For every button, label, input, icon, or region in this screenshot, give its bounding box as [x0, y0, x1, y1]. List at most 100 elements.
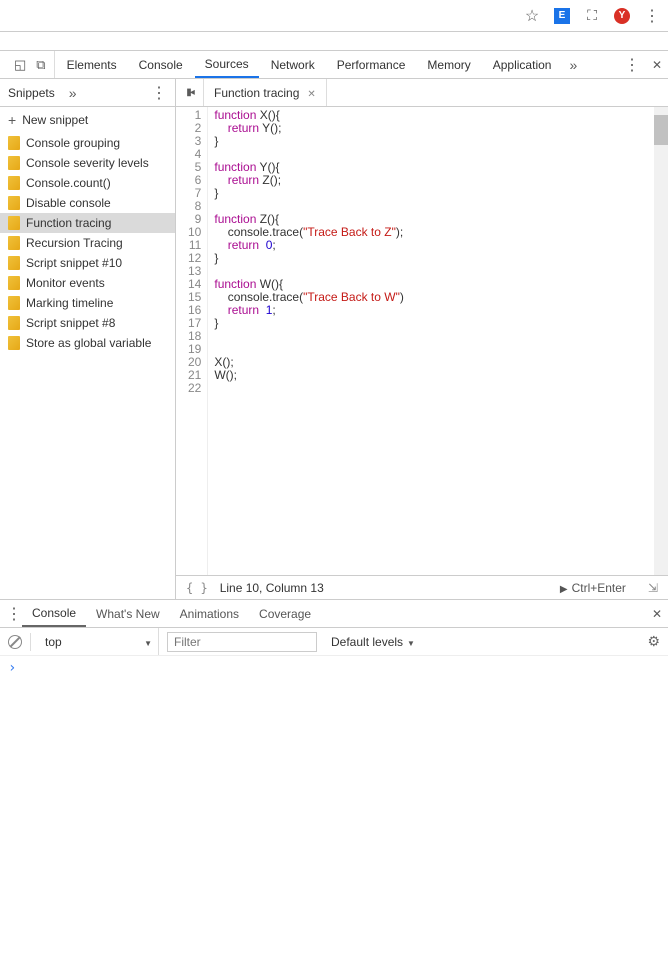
- console-prompt-icon: [8, 661, 16, 675]
- editor-scrollbar[interactable]: [654, 107, 668, 575]
- run-shortcut-label: Ctrl+Enter: [572, 581, 626, 595]
- snippet-item[interactable]: Script snippet #10: [0, 253, 175, 273]
- play-icon: [560, 581, 568, 595]
- tab-performance[interactable]: Performance: [327, 51, 416, 78]
- extension-badge-icon[interactable]: Y: [614, 8, 630, 24]
- snippet-label: Recursion Tracing: [26, 236, 123, 250]
- snippet-item[interactable]: Recursion Tracing: [0, 233, 175, 253]
- snippet-item[interactable]: Disable console: [0, 193, 175, 213]
- console-output[interactable]: [0, 656, 668, 916]
- drawer-tab-animations[interactable]: Animations: [170, 600, 249, 627]
- snippet-label: Function tracing: [26, 216, 111, 230]
- devtools-settings-menu-icon[interactable]: [624, 55, 640, 75]
- editor-panel: Function tracing 12345678910111213141516…: [176, 79, 668, 599]
- tab-memory[interactable]: Memory: [417, 51, 480, 78]
- expand-icon[interactable]: [638, 581, 658, 595]
- snippet-item[interactable]: Console severity levels: [0, 153, 175, 173]
- tab-application[interactable]: Application: [483, 51, 562, 78]
- editor-tab-title: Function tracing: [214, 86, 299, 100]
- snippet-file-icon: [8, 176, 20, 190]
- snippet-label: Script snippet #10: [26, 256, 122, 270]
- snippet-file-icon: [8, 216, 20, 230]
- snippet-label: Console severity levels: [26, 156, 149, 170]
- snippet-item[interactable]: Console grouping: [0, 133, 175, 153]
- snippet-file-icon: [8, 196, 20, 210]
- snippet-label: Marking timeline: [26, 296, 113, 310]
- snippet-label: Console grouping: [26, 136, 120, 150]
- editor-tab-close-icon[interactable]: [307, 86, 315, 100]
- tab-console[interactable]: Console: [129, 51, 193, 78]
- snippet-file-icon: [8, 296, 20, 310]
- log-levels-selector[interactable]: Default levels: [325, 635, 421, 649]
- tab-elements[interactable]: Elements: [57, 51, 127, 78]
- snippet-file-icon: [8, 256, 20, 270]
- dropdown-icon: [144, 635, 152, 649]
- drawer-menu-icon[interactable]: [6, 604, 22, 624]
- snippet-label: Console.count(): [26, 176, 111, 190]
- snippet-item[interactable]: Marking timeline: [0, 293, 175, 313]
- snippet-file-icon: [8, 136, 20, 150]
- browser-toolbar: E Y: [0, 0, 668, 32]
- editor-tab-active[interactable]: Function tracing: [204, 79, 327, 106]
- fullscreen-icon[interactable]: [584, 8, 600, 24]
- snippet-item[interactable]: Function tracing: [0, 213, 175, 233]
- snippet-label: Disable console: [26, 196, 111, 210]
- snippet-label: Script snippet #8: [26, 316, 115, 330]
- device-toolbar-icon[interactable]: [36, 57, 45, 73]
- snippet-item[interactable]: Store as global variable: [0, 333, 175, 353]
- devtools-main-tabs: Elements Console Sources Network Perform…: [0, 51, 668, 79]
- new-snippet-label: New snippet: [22, 113, 88, 127]
- dropdown-icon: [407, 635, 415, 649]
- tab-network[interactable]: Network: [261, 51, 325, 78]
- code-editor[interactable]: 12345678910111213141516171819202122 func…: [176, 107, 668, 575]
- snippet-file-icon: [8, 236, 20, 250]
- snippet-item[interactable]: Console.count(): [0, 173, 175, 193]
- snippet-label: Monitor events: [26, 276, 105, 290]
- bookmark-star-icon[interactable]: [524, 8, 540, 24]
- cursor-position: Line 10, Column 13: [220, 581, 324, 595]
- devtools-close-icon[interactable]: [652, 58, 662, 72]
- line-gutter: 12345678910111213141516171819202122: [176, 107, 208, 575]
- tab-sources[interactable]: Sources: [195, 51, 259, 78]
- sources-content: Snippets New snippet Console groupingCon…: [0, 79, 668, 599]
- drawer-tabs: Console What's New Animations Coverage: [0, 600, 668, 628]
- plus-icon: [8, 112, 16, 128]
- levels-label: Default levels: [331, 635, 403, 649]
- snippet-file-icon: [8, 276, 20, 290]
- context-selector[interactable]: top: [39, 628, 159, 655]
- console-settings-icon[interactable]: [647, 633, 660, 650]
- drawer-tab-console[interactable]: Console: [22, 600, 86, 627]
- sidebar-more-icon[interactable]: [63, 85, 83, 101]
- sidebar-menu-icon[interactable]: [151, 83, 167, 103]
- clear-console-icon[interactable]: [8, 635, 22, 649]
- pretty-print-icon[interactable]: [186, 581, 208, 595]
- snippet-item[interactable]: Script snippet #8: [0, 313, 175, 333]
- devtools-panel: Elements Console Sources Network Perform…: [0, 50, 668, 916]
- snippets-sidebar: Snippets New snippet Console groupingCon…: [0, 79, 176, 599]
- drawer-tab-coverage[interactable]: Coverage: [249, 600, 321, 627]
- context-label: top: [45, 635, 62, 649]
- snippet-file-icon: [8, 156, 20, 170]
- browser-menu-icon[interactable]: [644, 8, 660, 24]
- inspect-element-icon[interactable]: [14, 57, 26, 73]
- drawer-close-icon[interactable]: [652, 607, 662, 621]
- scrollbar-thumb[interactable]: [654, 115, 668, 145]
- snippet-file-icon: [8, 316, 20, 330]
- run-snippet-button[interactable]: Ctrl+Enter: [560, 581, 626, 595]
- snippet-list: Console grouping Console severity levels C…: [0, 133, 175, 599]
- console-toolbar: top Default levels: [0, 628, 668, 656]
- console-filter-input[interactable]: [167, 632, 317, 652]
- extension-icon[interactable]: E: [554, 8, 570, 24]
- drawer-tab-whatsnew[interactable]: What's New: [86, 600, 170, 627]
- snippet-file-icon: [8, 336, 20, 350]
- snippet-item[interactable]: Monitor events: [0, 273, 175, 293]
- sidebar-header: Snippets: [0, 79, 175, 107]
- new-snippet-button[interactable]: New snippet: [0, 107, 175, 133]
- editor-tabs: Function tracing: [176, 79, 668, 107]
- console-drawer: Console What's New Animations Coverage t…: [0, 599, 668, 916]
- code-content[interactable]: function X(){ return Y();}function Y(){ …: [208, 107, 668, 575]
- toggle-navigator-icon[interactable]: [176, 79, 204, 106]
- sidebar-title: Snippets: [8, 86, 55, 100]
- snippet-label: Store as global variable: [26, 336, 151, 350]
- more-tabs-icon[interactable]: [563, 57, 583, 73]
